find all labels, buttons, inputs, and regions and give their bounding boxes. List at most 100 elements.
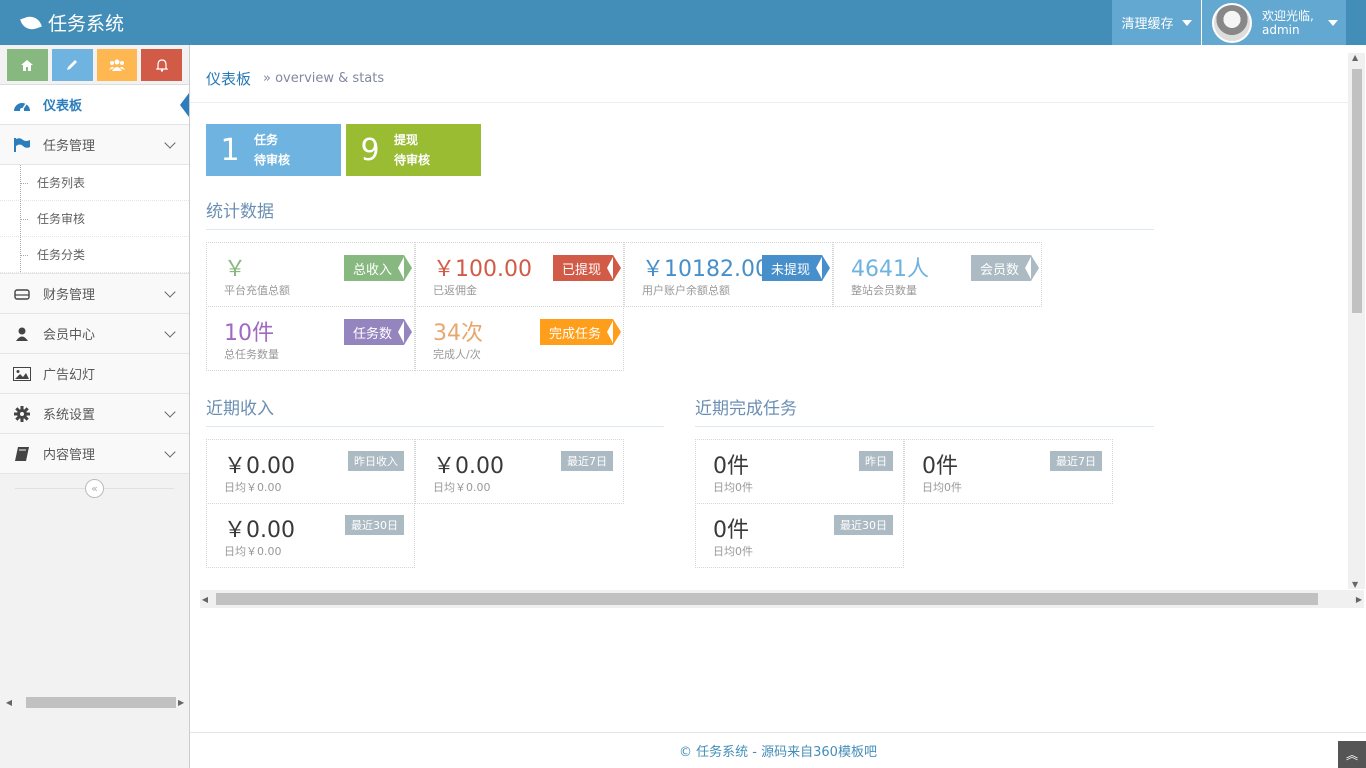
scroll-up-icon[interactable]: ▲ [1352, 53, 1358, 62]
user-icon [12, 326, 32, 342]
avatar [1212, 2, 1252, 43]
stat-badge: 最近30日 [834, 515, 893, 535]
income-section-title: 近期收入 [206, 394, 664, 427]
sidebar-item-settings[interactable]: 系统设置 [0, 394, 189, 434]
scroll-right-icon[interactable]: ▶ [176, 698, 186, 707]
clear-cache-label: 清理缓存 [1121, 17, 1174, 32]
scroll-down-icon[interactable]: ▼ [1352, 580, 1358, 589]
pending-task-box[interactable]: 1 任务 待审核 [206, 124, 341, 176]
sidebar-collapse-button[interactable]: « [85, 479, 104, 498]
stat-box: 4641人 整站会员数量 会员数 [833, 242, 1042, 307]
sidebar-item-label: 财务管理 [43, 288, 96, 303]
sidebar-item-finance[interactable]: 财务管理 [0, 274, 189, 314]
sidebar-item-content[interactable]: 内容管理 [0, 434, 189, 474]
stat-badge: 最近30日 [345, 515, 404, 535]
chevron-down-icon [164, 446, 176, 458]
stat-box: ￥0.00 日均￥0.00 最近7日 [415, 439, 624, 504]
home-shortcut-button[interactable] [7, 49, 48, 81]
double-chevron-up-icon: ︽ [1345, 748, 1358, 762]
stat-value: ￥0.00 [433, 454, 504, 479]
back-to-top-button[interactable]: ︽ [1338, 741, 1366, 768]
sidebar-item-label: 广告幻灯 [43, 368, 96, 383]
sidebar-item-task-management[interactable]: 任务管理 [0, 125, 189, 165]
stat-value: ￥100.00 [433, 257, 532, 282]
stat-badge: 最近7日 [1050, 451, 1102, 471]
users-icon [108, 59, 125, 71]
welcome-text: 欢迎光临, [1262, 8, 1314, 23]
stat-label: 日均0件 [922, 481, 962, 494]
stat-badge: 昨日 [859, 451, 893, 471]
stat-label: 日均￥0.00 [433, 481, 491, 494]
sidebar-item-members[interactable]: 会员中心 [0, 314, 189, 354]
brand[interactable]: 任务系统 [20, 0, 125, 45]
task-submenu: 任务列表 任务审核 任务分类 [0, 165, 189, 274]
scrollbar-thumb[interactable] [1352, 69, 1362, 313]
sidebar-item-ads[interactable]: 广告幻灯 [0, 354, 189, 394]
stat-label: 日均￥0.00 [224, 481, 282, 494]
sidebar-subitem-task-review[interactable]: 任务审核 [0, 201, 189, 237]
user-menu[interactable]: 欢迎光临, admin [1202, 0, 1346, 45]
ribbon-notch [607, 319, 614, 345]
page-title: 仪表板 [206, 70, 252, 88]
stat-label: 平台充值总额 [224, 284, 290, 297]
book-icon [12, 446, 32, 462]
scroll-left-icon[interactable]: ◀ [200, 595, 210, 604]
stat-box: ￥0.00 日均￥0.00 昨日收入 [206, 439, 415, 504]
users-shortcut-button[interactable] [96, 49, 138, 81]
navbar-right: 清理缓存 欢迎光临, admin [1112, 0, 1346, 45]
chevron-down-icon [164, 137, 176, 149]
tasks-section-title: 近期完成任务 [695, 394, 1154, 427]
scrollbar-thumb[interactable] [216, 593, 1318, 605]
stat-badge: 总收入 [343, 255, 413, 281]
bell-shortcut-button[interactable] [141, 49, 182, 81]
stat-value: ￥10182.00 [642, 257, 769, 282]
stat-value: 34次 [433, 321, 483, 346]
main-content: 仪表板 » overview & stats ▲ ▼ 1 任务 待审核 9 提现… [190, 45, 1366, 768]
stat-box: 10件 总任务数量 任务数 [206, 306, 415, 371]
stat-badge: 最近7日 [561, 451, 613, 471]
sidebar-item-dashboard[interactable]: 仪表板 [0, 85, 189, 125]
sidebar-horizontal-scrollbar[interactable]: ◀ ▶ [4, 695, 186, 709]
pending-withdraw-box[interactable]: 9 提现 待审核 [346, 124, 481, 176]
ribbon-notch [398, 255, 405, 281]
pending-withdraw-status: 待审核 [394, 153, 431, 167]
home-icon [21, 59, 34, 71]
main-vertical-scrollbar[interactable]: ▲ ▼ [1348, 53, 1365, 589]
scroll-right-icon[interactable]: ▶ [1354, 595, 1364, 604]
sidebar: 仪表板 任务管理 任务列表 任务审核 任务分类 财务管理 会员中心 广告幻灯 系… [0, 45, 190, 768]
main-horizontal-scrollbar[interactable]: ◀ ▶ [200, 590, 1364, 608]
pending-task-count: 1 [220, 132, 240, 168]
sidebar-item-label: 仪表板 [43, 99, 83, 114]
sidebar-item-label: 任务管理 [43, 139, 96, 154]
stat-badge: 完成任务 [539, 319, 622, 345]
sidebar-item-label: 系统设置 [43, 408, 96, 423]
stat-box: 0件 日均0件 最近30日 [695, 503, 904, 568]
top-navbar: 任务系统 清理缓存 欢迎光临, admin [0, 0, 1366, 45]
stat-value: ￥ [224, 257, 247, 282]
sidebar-shortcuts [0, 45, 189, 85]
pending-withdraw-count: 9 [360, 132, 380, 168]
clear-cache-button[interactable]: 清理缓存 [1112, 0, 1202, 45]
user-info: 欢迎光临, admin [1262, 9, 1314, 37]
username: admin [1262, 22, 1300, 37]
scroll-left-icon[interactable]: ◀ [4, 698, 14, 707]
stat-box: 34次 完成人/次 完成任务 [415, 306, 624, 371]
picture-icon [12, 366, 32, 382]
sidebar-subitem-task-list[interactable]: 任务列表 [0, 165, 189, 201]
sidebar-item-label: 会员中心 [43, 328, 96, 343]
brand-title: 任务系统 [48, 13, 125, 35]
breadcrumb: 仪表板 » overview & stats [190, 55, 1350, 103]
edit-shortcut-button[interactable] [51, 49, 93, 81]
stat-value: 0件 [713, 454, 749, 479]
stat-label: 用户账户余额总额 [642, 284, 730, 297]
chevron-down-icon [164, 406, 176, 418]
sidebar-collapse-bar: « [0, 474, 189, 502]
stat-label: 日均0件 [713, 545, 753, 558]
stats-section-title: 统计数据 [206, 197, 1154, 230]
pending-summary: 1 任务 待审核 9 提现 待审核 [206, 124, 481, 176]
stat-label: 整站会员数量 [851, 284, 917, 297]
cog-icon [12, 405, 32, 422]
bell-icon [155, 58, 168, 72]
scrollbar-thumb[interactable] [25, 696, 177, 708]
sidebar-subitem-task-category[interactable]: 任务分类 [0, 237, 189, 273]
